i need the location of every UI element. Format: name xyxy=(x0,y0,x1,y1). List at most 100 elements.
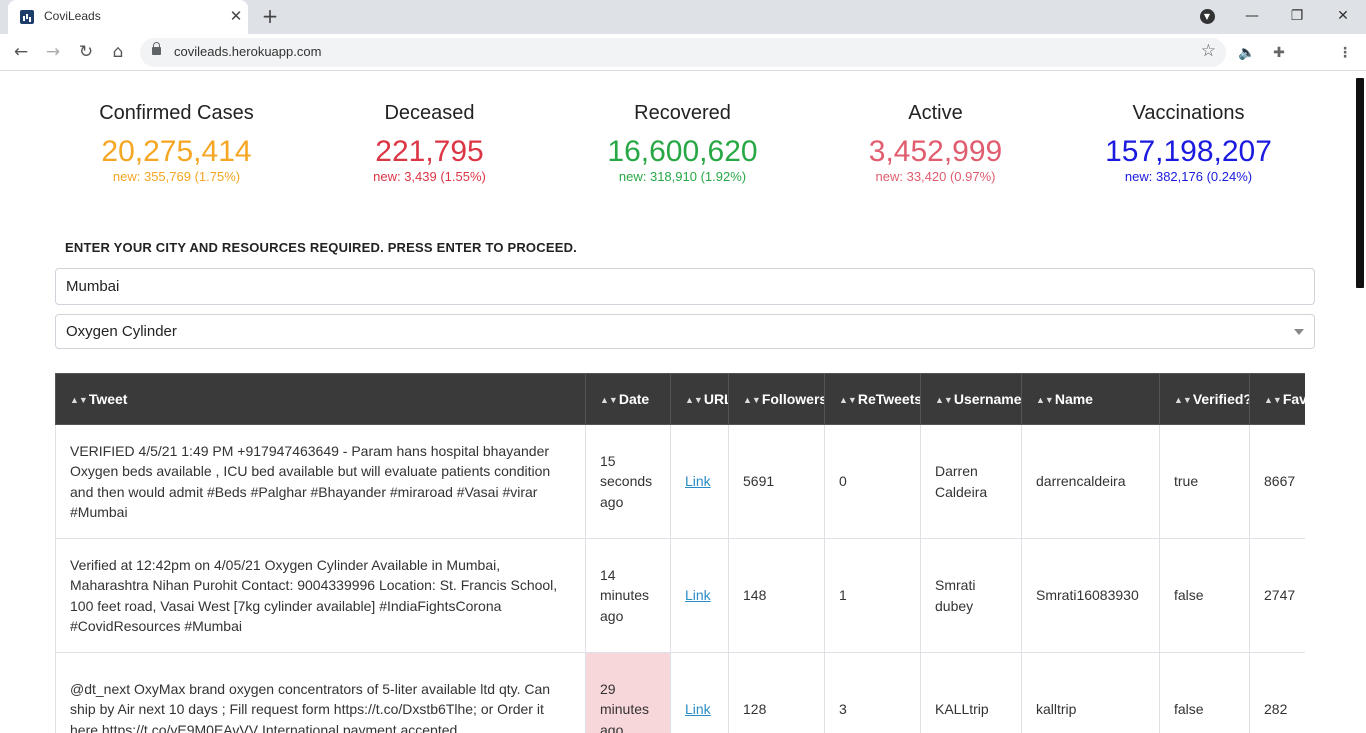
column-header-tweet[interactable]: ▲▼Tweet xyxy=(56,374,586,425)
close-window-icon[interactable]: ✕ xyxy=(1329,4,1357,28)
tweet-cell: @dt_next OxyMax brand oxygen concentrato… xyxy=(56,653,586,733)
extensions-icon[interactable]: ✚ xyxy=(1268,42,1290,64)
name-cell: kalltrip xyxy=(1022,653,1160,733)
new-tab-button[interactable]: + xyxy=(258,4,282,28)
sort-icon: ▲▼ xyxy=(1174,395,1192,405)
table-row: @dt_next OxyMax brand oxygen concentrato… xyxy=(56,653,1306,733)
stat-new: new: 355,769 (1.75%) xyxy=(50,169,303,184)
stat-value: 16,600,620 xyxy=(556,135,809,169)
back-icon[interactable]: ← xyxy=(8,39,34,65)
url-cell: Link xyxy=(671,653,729,733)
column-header-followers[interactable]: ▲▼Followers xyxy=(729,374,825,425)
favorites-cell: 282 xyxy=(1250,653,1306,733)
restore-icon[interactable]: ❐ xyxy=(1283,4,1311,28)
column-header-verified[interactable]: ▲▼Verified? xyxy=(1160,374,1250,425)
date-cell: 15 seconds ago xyxy=(586,425,671,539)
page-content: Confirmed Cases 20,275,414 new: 355,769 … xyxy=(0,72,1350,728)
username-cell: KALLtrip xyxy=(921,653,1022,733)
url-cell: Link xyxy=(671,425,729,539)
tweet-link[interactable]: Link xyxy=(685,701,711,717)
stat-active: Active 3,452,999 new: 33,420 (0.97%) xyxy=(809,102,1062,184)
date-cell: 14 minutes ago xyxy=(586,539,671,653)
sort-icon: ▲▼ xyxy=(600,395,618,405)
stat-value: 3,452,999 xyxy=(809,135,1062,169)
stat-label: Deceased xyxy=(303,102,556,125)
column-header-name[interactable]: ▲▼Name xyxy=(1022,374,1160,425)
close-tab-icon[interactable]: ✕ xyxy=(226,6,246,26)
reload-icon[interactable]: ↻ xyxy=(73,39,99,65)
stat-label: Vaccinations xyxy=(1062,102,1315,125)
tweet-cell: Verified at 12:42pm on 4/05/21 Oxygen Cy… xyxy=(56,539,586,653)
home-icon[interactable]: ⌂ xyxy=(105,39,131,65)
column-header-favorites[interactable]: ▲▼Favo xyxy=(1250,374,1306,425)
username-cell: Smrati dubey xyxy=(921,539,1022,653)
followers-cell: 148 xyxy=(729,539,825,653)
stat-value: 221,795 xyxy=(303,135,556,169)
page-scrollbar[interactable] xyxy=(1354,78,1366,728)
browser-toolbar: ← → ↻ ⌂ covileads.herokuapp.com ☆ 🔈 ✚ ⋮ xyxy=(0,34,1366,71)
verified-cell: true xyxy=(1160,425,1250,539)
address-bar[interactable]: covileads.herokuapp.com ☆ xyxy=(140,38,1226,67)
url-text: covileads.herokuapp.com xyxy=(174,44,321,59)
retweets-cell: 0 xyxy=(825,425,921,539)
results-table: ▲▼Tweet ▲▼Date ▲▼URL ▲▼Followers ▲▼ReTwe… xyxy=(55,373,1305,733)
tweet-cell: VERIFIED 4/5/21 1:49 PM +917947463649 - … xyxy=(56,425,586,539)
results-table-container[interactable]: ▲▼Tweet ▲▼Date ▲▼URL ▲▼Followers ▲▼ReTwe… xyxy=(55,373,1305,733)
stat-value: 20,275,414 xyxy=(50,135,303,169)
search-prompt: ENTER YOUR CITY AND RESOURCES REQUIRED. … xyxy=(65,240,577,255)
stat-new: new: 33,420 (0.97%) xyxy=(809,169,1062,184)
stat-value: 157,198,207 xyxy=(1062,135,1315,169)
verified-cell: false xyxy=(1160,539,1250,653)
tweet-link[interactable]: Link xyxy=(685,587,711,603)
name-cell: Smrati16083930 xyxy=(1022,539,1160,653)
speaker-icon[interactable]: 🔈 xyxy=(1236,42,1258,64)
sort-icon: ▲▼ xyxy=(685,395,703,405)
chevron-down-icon xyxy=(1294,329,1304,335)
stats-panel: Confirmed Cases 20,275,414 new: 355,769 … xyxy=(50,72,1315,202)
sort-icon: ▲▼ xyxy=(839,395,857,405)
site-favicon-icon xyxy=(20,10,34,24)
forward-icon[interactable]: → xyxy=(40,39,66,65)
sort-icon: ▲▼ xyxy=(935,395,953,405)
stat-recovered: Recovered 16,600,620 new: 318,910 (1.92%… xyxy=(556,102,809,184)
tab-title: CoviLeads xyxy=(44,9,101,23)
sort-icon: ▲▼ xyxy=(1036,395,1054,405)
profile-menu-icon[interactable]: ▼ xyxy=(1193,4,1221,28)
stat-new: new: 3,439 (1.55%) xyxy=(303,169,556,184)
bookmark-star-icon[interactable]: ☆ xyxy=(1201,41,1216,61)
city-input[interactable] xyxy=(55,268,1315,305)
username-cell: Darren Caldeira xyxy=(921,425,1022,539)
stat-label: Active xyxy=(809,102,1062,125)
minimize-icon[interactable]: — xyxy=(1238,4,1266,28)
sort-icon: ▲▼ xyxy=(70,395,88,405)
date-cell: 29 minutes ago xyxy=(586,653,671,733)
column-header-retweets[interactable]: ▲▼ReTweets xyxy=(825,374,921,425)
column-header-url[interactable]: ▲▼URL xyxy=(671,374,729,425)
table-row: Verified at 12:42pm on 4/05/21 Oxygen Cy… xyxy=(56,539,1306,653)
browser-tab-bar: CoviLeads ✕ + ▼ — ❐ ✕ xyxy=(0,0,1366,34)
lock-icon xyxy=(152,47,161,55)
verified-cell: false xyxy=(1160,653,1250,733)
resource-selected-value: Oxygen Cylinder xyxy=(66,323,177,340)
followers-cell: 5691 xyxy=(729,425,825,539)
favorites-cell: 2747 xyxy=(1250,539,1306,653)
stat-new: new: 318,910 (1.92%) xyxy=(556,169,809,184)
retweets-cell: 3 xyxy=(825,653,921,733)
stat-new: new: 382,176 (0.24%) xyxy=(1062,169,1315,184)
column-header-date[interactable]: ▲▼Date xyxy=(586,374,671,425)
scrollbar-thumb[interactable] xyxy=(1356,78,1364,288)
resource-select[interactable]: Oxygen Cylinder xyxy=(55,314,1315,349)
name-cell: darrencaldeira xyxy=(1022,425,1160,539)
table-row: VERIFIED 4/5/21 1:49 PM +917947463649 - … xyxy=(56,425,1306,539)
browser-menu-icon[interactable]: ⋮ xyxy=(1334,42,1356,64)
browser-tab[interactable]: CoviLeads ✕ xyxy=(8,0,248,34)
tweet-link[interactable]: Link xyxy=(685,473,711,489)
url-cell: Link xyxy=(671,539,729,653)
column-header-username[interactable]: ▲▼Username xyxy=(921,374,1022,425)
sort-icon: ▲▼ xyxy=(743,395,761,405)
stat-label: Confirmed Cases xyxy=(50,102,303,125)
stat-vaccinations: Vaccinations 157,198,207 new: 382,176 (0… xyxy=(1062,102,1315,184)
retweets-cell: 1 xyxy=(825,539,921,653)
followers-cell: 128 xyxy=(729,653,825,733)
table-header-row: ▲▼Tweet ▲▼Date ▲▼URL ▲▼Followers ▲▼ReTwe… xyxy=(56,374,1306,425)
